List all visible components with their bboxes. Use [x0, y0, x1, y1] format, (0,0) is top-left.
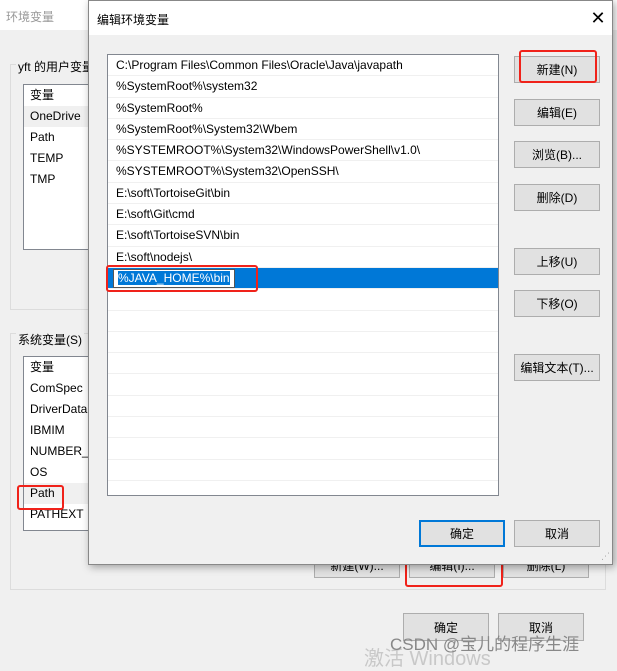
list-item[interactable]: %SystemRoot%\System32\Wbem: [108, 119, 498, 141]
move-up-button[interactable]: 上移(U): [514, 248, 600, 275]
move-down-button[interactable]: 下移(O): [514, 290, 600, 317]
list-item[interactable]: C:\Program Files\Common Files\Oracle\Jav…: [108, 55, 498, 77]
resize-grip-icon[interactable]: ⋰: [601, 551, 610, 562]
bg-window-title: 环境变量: [6, 10, 55, 24]
edit-env-var-dialog: 编辑环境变量 ✕ C:\Program Files\Common Files\O…: [88, 0, 613, 565]
delete-button[interactable]: 删除(D): [514, 184, 600, 211]
list-item[interactable]: E:\soft\Git\cmd: [108, 204, 498, 226]
list-item[interactable]: %SystemRoot%: [108, 98, 498, 119]
browse-button[interactable]: 浏览(B)...: [514, 141, 600, 168]
list-item-selected[interactable]: %JAVA_HOME%\bin: [108, 267, 498, 290]
list-item[interactable]: E:\soft\TortoiseGit\bin: [108, 183, 498, 205]
sys-vars-group-label: 系统变量(S): [16, 331, 84, 348]
csdn-watermark: CSDN @宝儿的程序生涯: [390, 635, 580, 654]
edit-button[interactable]: 编辑(E): [514, 99, 600, 126]
path-edit-input[interactable]: %JAVA_HOME%\bin: [113, 268, 235, 288]
ok-button[interactable]: 确定: [419, 520, 505, 547]
edit-text-button[interactable]: 编辑文本(T)...: [514, 354, 600, 381]
close-icon[interactable]: ✕: [585, 5, 611, 31]
list-item[interactable]: E:\soft\nodejs\: [108, 247, 498, 268]
path-list[interactable]: C:\Program Files\Common Files\Oracle\Jav…: [107, 54, 499, 496]
list-item[interactable]: %SYSTEMROOT%\System32\OpenSSH\: [108, 161, 498, 183]
cancel-button[interactable]: 取消: [514, 520, 600, 547]
user-vars-group-label: yft 的用户变量: [16, 58, 97, 75]
list-item[interactable]: %SYSTEMROOT%\System32\WindowsPowerShell\…: [108, 140, 498, 162]
list-item[interactable]: E:\soft\TortoiseSVN\bin: [108, 225, 498, 247]
list-item[interactable]: %SystemRoot%\system32: [108, 76, 498, 98]
dialog-title: 编辑环境变量: [97, 13, 170, 27]
new-button[interactable]: 新建(N): [514, 56, 600, 83]
